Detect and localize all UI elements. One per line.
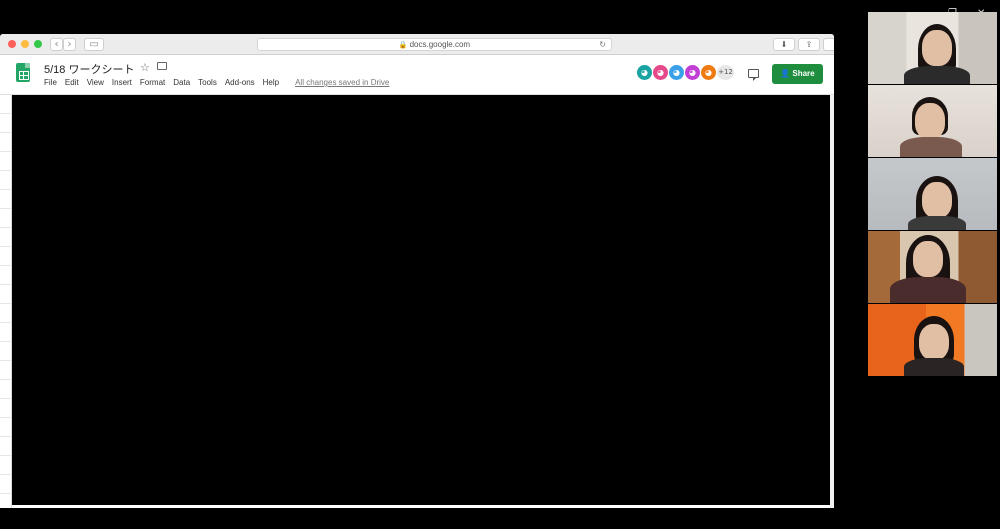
- menu-view[interactable]: View: [87, 78, 104, 87]
- participant-video-tile[interactable]: [868, 231, 997, 303]
- participant-body: [904, 66, 970, 84]
- browser-toolbar: ‹ › ▭ 🔒 docs.google.com ↻ ⬇ ⇪: [0, 34, 834, 55]
- participant-video-tile[interactable]: [868, 85, 997, 157]
- document-title[interactable]: 5/18 ワークシート: [44, 61, 134, 77]
- menu-format[interactable]: Format: [140, 78, 165, 87]
- move-to-folder-icon[interactable]: [157, 62, 167, 70]
- menu-add-ons[interactable]: Add-ons: [225, 78, 255, 87]
- participant-face: [913, 241, 943, 277]
- save-status-link[interactable]: All changes saved in Drive: [295, 78, 389, 87]
- menu-file[interactable]: File: [44, 78, 57, 87]
- collaborator-avatars: ◕ ◕ ◕ ◕ ◕ +12: [636, 64, 735, 81]
- collaborator-avatar[interactable]: ◕: [700, 64, 717, 81]
- sheet-row-gutter: [0, 95, 12, 508]
- minimize-window-dot[interactable]: [21, 40, 29, 48]
- download-icon[interactable]: ⬇: [773, 38, 795, 51]
- menu-data[interactable]: Data: [173, 78, 190, 87]
- url-text: docs.google.com: [409, 40, 471, 49]
- tabs-overview-icon[interactable]: [823, 38, 834, 51]
- participant-video-tile[interactable]: [868, 12, 997, 84]
- star-icon[interactable]: ☆: [140, 61, 150, 74]
- participant-face: [922, 30, 952, 66]
- person-icon: 👤: [780, 69, 791, 78]
- forward-button[interactable]: ›: [63, 38, 76, 51]
- close-window-dot[interactable]: [8, 40, 16, 48]
- share-sheet-icon[interactable]: ⇪: [798, 38, 820, 51]
- menu-bar: File Edit View Insert Format Data Tools …: [44, 78, 389, 87]
- sheets-logo-icon[interactable]: [16, 63, 30, 82]
- sheet-right-edge: [830, 95, 834, 508]
- collaborator-avatar[interactable]: ◕: [668, 64, 685, 81]
- meeting-screen: ‹ › ▭ 🔒 docs.google.com ↻ ⬇ ⇪ 5/18 ワークシート…: [0, 0, 1000, 529]
- participant-face: [915, 103, 945, 139]
- collaborator-avatar[interactable]: ◕: [684, 64, 701, 81]
- more-collaborators-badge[interactable]: +12: [716, 64, 735, 81]
- participant-body: [904, 358, 964, 376]
- shared-content-blackout: [12, 95, 830, 505]
- zoom-window-dot[interactable]: [34, 40, 42, 48]
- comment-history-icon[interactable]: [748, 69, 759, 81]
- share-label: Share: [792, 69, 815, 78]
- shared-browser-window: ‹ › ▭ 🔒 docs.google.com ↻ ⬇ ⇪ 5/18 ワークシート…: [0, 34, 834, 508]
- menu-help[interactable]: Help: [263, 78, 279, 87]
- sidebar-toggle-icon[interactable]: ▭: [84, 38, 104, 51]
- collaborator-avatar[interactable]: ◕: [636, 64, 653, 81]
- menu-edit[interactable]: Edit: [65, 78, 79, 87]
- collaborator-avatar[interactable]: ◕: [652, 64, 669, 81]
- participant-video-tile[interactable]: [868, 304, 997, 376]
- participant-face: [922, 182, 952, 218]
- lock-icon: 🔒: [398, 42, 408, 49]
- participant-video-tile[interactable]: [868, 158, 997, 230]
- menu-tools[interactable]: Tools: [198, 78, 217, 87]
- back-button[interactable]: ‹: [50, 38, 63, 51]
- sheets-header: 5/18 ワークシート ☆ File Edit View Insert Form…: [0, 55, 834, 95]
- participant-face: [919, 324, 949, 360]
- participant-body: [890, 277, 966, 303]
- menu-insert[interactable]: Insert: [112, 78, 132, 87]
- reload-icon[interactable]: ↻: [599, 40, 606, 49]
- participant-body: [900, 137, 962, 157]
- participant-body: [908, 216, 966, 230]
- address-bar[interactable]: 🔒 docs.google.com ↻: [257, 38, 612, 51]
- share-button[interactable]: 👤 Share: [772, 64, 823, 84]
